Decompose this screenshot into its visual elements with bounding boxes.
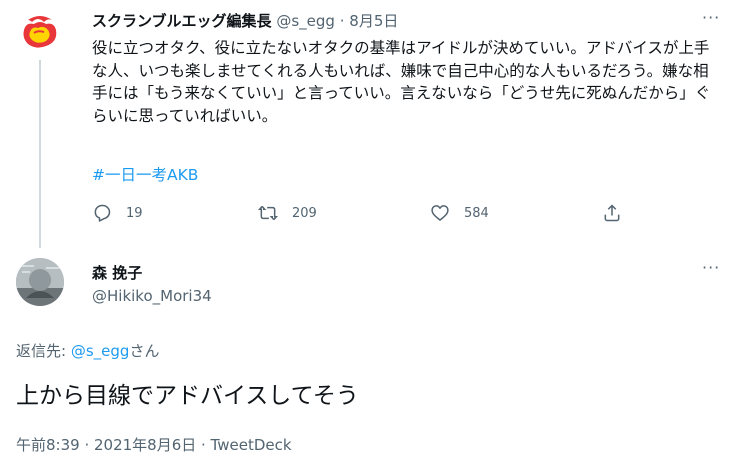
like-count: 584	[464, 205, 489, 221]
heart-icon	[431, 205, 449, 221]
share-action[interactable]	[602, 203, 636, 223]
reply-action[interactable]: 19	[92, 203, 143, 223]
retweet-icon	[258, 205, 278, 221]
reply-avatar[interactable]	[16, 258, 64, 306]
parent-more-icon[interactable]: ···	[702, 8, 720, 27]
parent-display-name[interactable]: スクランブルエッグ編集長	[92, 12, 272, 30]
reply-count: 19	[126, 205, 143, 221]
parent-header: スクランブルエッグ編集長 @s_egg · 8月5日	[92, 10, 398, 31]
parent-hashtag-link[interactable]: #一日一考AKB	[92, 163, 198, 185]
reply-icon	[94, 204, 111, 222]
parent-avatar[interactable]	[16, 8, 64, 56]
replying-to-label: 返信先:	[16, 342, 67, 360]
separator-dot: ·	[339, 12, 345, 30]
reply-handle[interactable]: @Hikiko_Mori34	[92, 287, 212, 305]
retweet-count: 209	[292, 205, 317, 221]
scrambled-egg-logo	[16, 8, 64, 56]
reply-timestamp[interactable]: 午前8:39 · 2021年8月6日 · TweetDeck	[16, 434, 292, 455]
thread-line	[39, 60, 41, 248]
like-action[interactable]: 584	[430, 203, 489, 223]
reply-tweet-text: 上から目線でアドバイスしてそう	[16, 383, 359, 409]
reply-more-icon[interactable]: ···	[702, 258, 720, 277]
avatar-image	[16, 258, 64, 306]
share-icon	[604, 204, 620, 222]
retweet-action[interactable]: 209	[258, 203, 317, 223]
parent-tweet-text: 役に立つオタク、役に立たないオタクの基準はアイドルが決めていい。アドバイスが上手…	[92, 39, 711, 125]
parent-date[interactable]: 8月5日	[349, 12, 398, 30]
replying-to-handle[interactable]: @s_egg	[71, 342, 130, 360]
parent-handle[interactable]: @s_egg	[276, 12, 335, 30]
reply-display-name[interactable]: 森 挽子	[92, 262, 142, 283]
replying-to: 返信先: @s_eggさん	[16, 340, 159, 361]
replying-to-suffix: さん	[129, 342, 160, 360]
